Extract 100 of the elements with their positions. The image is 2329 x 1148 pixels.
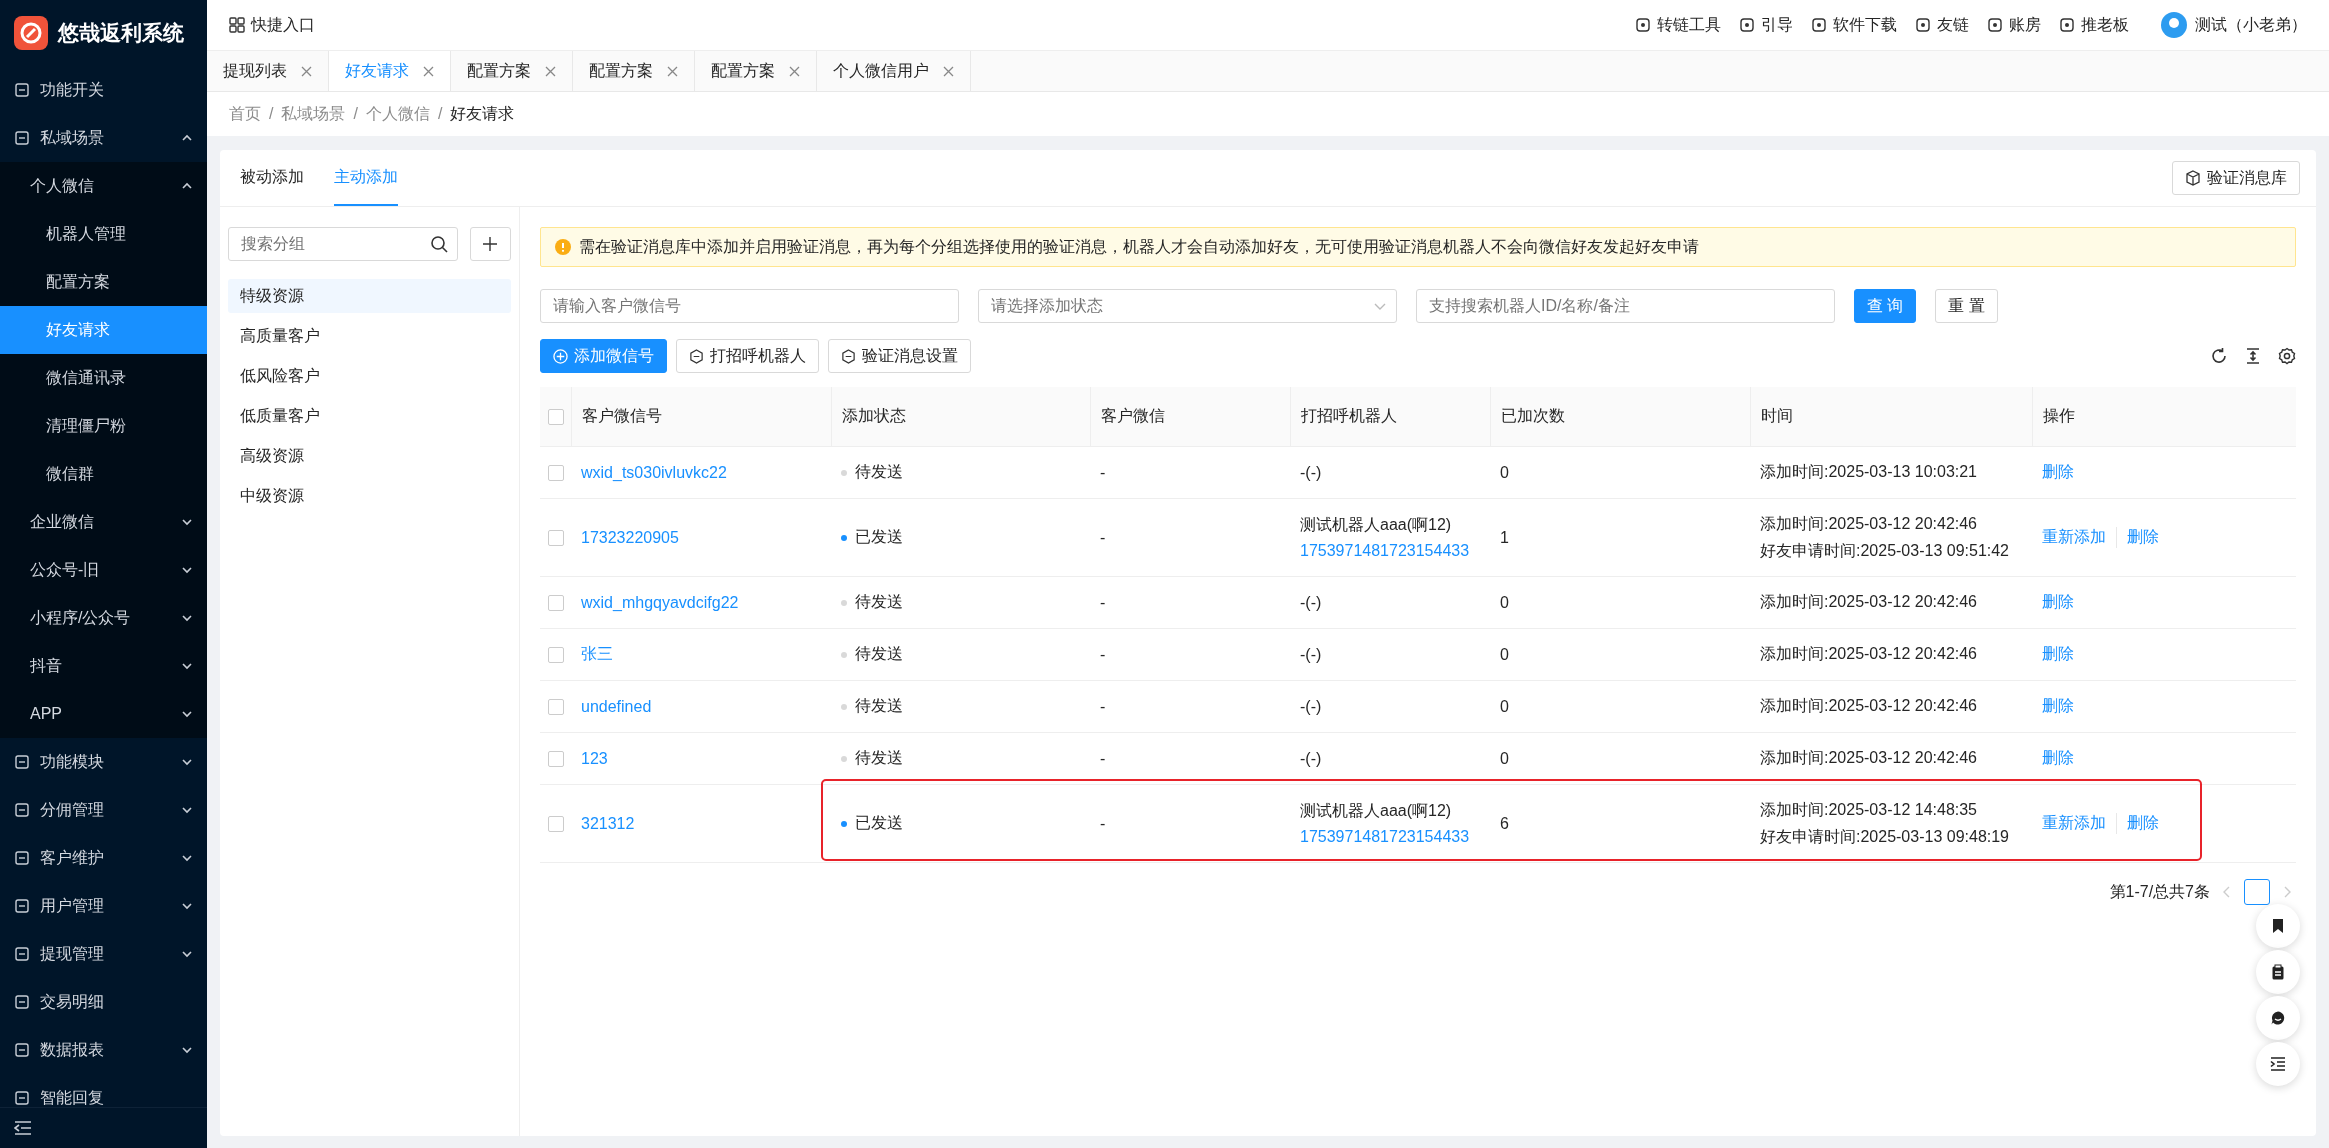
menu-item[interactable]: 机器人管理 <box>0 210 207 258</box>
status-text: 待发送 <box>855 696 903 716</box>
action-button[interactable]: 验证消息设置 <box>828 339 971 373</box>
group-item[interactable]: 中级资源 <box>228 479 511 513</box>
breadcrumb-link[interactable]: 个人微信 <box>365 103 430 125</box>
time-text: 添加时间:2025-03-12 20:42:46 <box>1760 513 1977 534</box>
content-tab[interactable]: 被动添加 <box>240 150 304 206</box>
column-header: 操作 <box>2032 387 2296 446</box>
column-header: 客户微信 <box>1090 387 1290 446</box>
menu-item[interactable]: 私域场景 <box>0 114 207 162</box>
menu-item[interactable]: 抖音 <box>0 642 207 690</box>
input-field[interactable]: 请输入客户微信号 <box>540 289 959 323</box>
breadcrumb-separator: / <box>353 105 358 123</box>
menu-item[interactable]: 功能开关 <box>0 66 207 114</box>
group-item[interactable]: 高质量客户 <box>228 319 511 353</box>
group-item[interactable]: 高级资源 <box>228 439 511 473</box>
group-item[interactable]: 低质量客户 <box>228 399 511 433</box>
library-button[interactable]: 验证消息库 <box>2172 161 2300 195</box>
menu-item[interactable]: 公众号-旧 <box>0 546 207 594</box>
header-link[interactable]: 账房 <box>1987 14 2041 36</box>
table-cell: - <box>1100 749 1106 768</box>
breadcrumb-link[interactable]: 私域场景 <box>281 103 346 125</box>
robot-name: -(-) <box>1300 697 1322 716</box>
header-link[interactable]: 引导 <box>1739 14 1793 36</box>
menu-item[interactable]: 微信通讯录 <box>0 354 207 402</box>
table-cell: - <box>1100 463 1106 482</box>
menu-item[interactable]: 企业微信 <box>0 498 207 546</box>
time-text: 添加时间:2025-03-12 20:42:46 <box>1760 592 1977 612</box>
table-cell: 0 <box>1500 645 1509 664</box>
page-tab[interactable]: 配置方案 <box>573 51 695 91</box>
shortcut-link[interactable]: 快捷入口 <box>229 14 315 36</box>
table-cell: - <box>1100 814 1106 833</box>
group-item[interactable]: 低风险客户 <box>228 359 511 393</box>
table-cell: 0 <box>1500 593 1509 612</box>
breadcrumb-current: 好友请求 <box>450 103 515 124</box>
alert-text: 需在验证消息库中添加并启用验证消息，再为每个分组选择使用的验证消息，机器人才会自动添加好友，无可使用验证消息机器人不会向微信好友发起好友申请 <box>579 236 1699 257</box>
menu-item[interactable]: 分佣管理 <box>0 786 207 834</box>
group-item[interactable]: 特级资源 <box>228 279 511 313</box>
menu-item[interactable]: 微信群 <box>0 450 207 498</box>
action-button[interactable]: 打招呼机器人 <box>676 339 819 373</box>
table-cell: - <box>1100 528 1106 547</box>
column-header: 时间 <box>1750 387 2032 446</box>
table-cell: - <box>1100 697 1106 716</box>
robot-name: -(-) <box>1300 463 1322 482</box>
page-tab[interactable]: 配置方案 <box>695 51 817 91</box>
time-text: 添加时间:2025-03-12 20:42:46 <box>1760 748 1977 768</box>
user-menu[interactable]: 测试（小老弟） <box>2161 12 2307 38</box>
menu-item[interactable]: 小程序/公众号 <box>0 594 207 642</box>
status-text: 待发送 <box>855 462 903 482</box>
time-text: 添加时间:2025-03-12 14:48:35 <box>1760 799 1977 820</box>
menu-item[interactable]: 用户管理 <box>0 882 207 930</box>
menu-item[interactable]: 功能模块 <box>0 738 207 786</box>
column-header: 打招呼机器人 <box>1290 387 1490 446</box>
reset-button[interactable]: 重 置 <box>1935 289 1998 323</box>
status-text: 待发送 <box>855 592 903 612</box>
time-text: 好友申请时间:2025-03-13 09:48:19 <box>1760 826 2009 847</box>
table-cell: 0 <box>1500 749 1509 768</box>
column-header: 客户微信号 <box>571 387 831 446</box>
table-cell: 1 <box>1500 528 1509 547</box>
time-text: 好友申请时间:2025-03-13 09:51:42 <box>1760 540 2009 561</box>
status-text: 已发送 <box>855 813 903 833</box>
robot-name: 测试机器人aaa(啊12) <box>1300 801 1452 821</box>
breadcrumb-separator: / <box>437 105 443 123</box>
menu-item[interactable]: 交易明细 <box>0 978 207 1026</box>
breadcrumb-separator: / <box>269 105 274 123</box>
table-cell: - <box>1100 593 1106 612</box>
time-text: 添加时间:2025-03-13 10:03:21 <box>1760 462 1977 482</box>
menu-item[interactable]: APP <box>0 690 207 738</box>
status-text: 已发送 <box>855 527 903 547</box>
menu-item[interactable]: 客户维护 <box>0 834 207 882</box>
menu-item[interactable]: 个人微信 <box>0 162 207 210</box>
table-cell: 0 <box>1500 463 1509 482</box>
menu-item[interactable]: 清理僵尸粉 <box>0 402 207 450</box>
robot-name: -(-) <box>1300 593 1322 612</box>
pagination-summary: 第1-7/总共7条 <box>2109 881 2210 902</box>
menu-item[interactable]: 数据报表 <box>0 1026 207 1074</box>
menu-item[interactable]: 智能回复 <box>0 1074 207 1107</box>
robot-name: -(-) <box>1300 645 1322 664</box>
header-link[interactable]: 推老板 <box>2059 14 2129 36</box>
input-field[interactable]: 支持搜索机器人ID/名称/备注 <box>1416 289 1835 323</box>
table-cell: 6 <box>1500 814 1509 833</box>
search-field[interactable]: 搜索分组 <box>228 227 458 261</box>
menu-item[interactable]: 提现管理 <box>0 930 207 978</box>
page-tab[interactable]: 个人微信用户 <box>817 51 971 91</box>
header-link[interactable]: 软件下载 <box>1811 14 1897 36</box>
robot-name: 测试机器人aaa(啊12) <box>1300 515 1452 535</box>
table-cell: 0 <box>1500 697 1509 716</box>
status-text: 待发送 <box>855 748 903 768</box>
menu-item[interactable]: 配置方案 <box>0 258 207 306</box>
select-field[interactable]: 请选择添加状态 <box>978 289 1397 323</box>
app-title: 悠哉返利系统 <box>58 20 184 46</box>
page-tab[interactable]: 配置方案 <box>451 51 573 91</box>
header-link[interactable]: 友链 <box>1915 14 1969 36</box>
time-text: 添加时间:2025-03-12 20:42:46 <box>1760 644 1977 664</box>
table-cell: - <box>1100 645 1106 664</box>
header-link[interactable]: 转链工具 <box>1635 14 1721 36</box>
status-text: 待发送 <box>855 644 903 664</box>
time-text: 添加时间:2025-03-12 20:42:46 <box>1760 696 1977 716</box>
breadcrumb-link[interactable]: 首页 <box>229 103 261 125</box>
column-header: 已加次数 <box>1490 387 1750 446</box>
